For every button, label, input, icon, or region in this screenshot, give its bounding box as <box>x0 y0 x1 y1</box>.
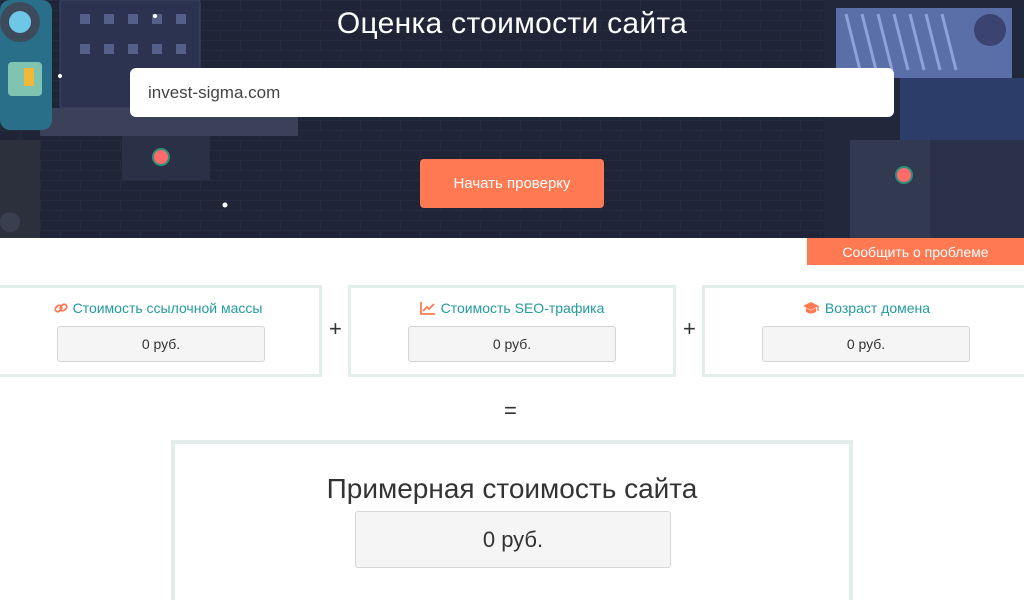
equals-sign: = <box>504 398 517 423</box>
plus-sign: + <box>329 316 342 341</box>
total-title: Примерная стоимость сайта <box>326 473 698 504</box>
plus-sign: + <box>683 316 696 341</box>
report-problem-button[interactable]: Сообщить о проблеме <box>807 238 1024 265</box>
metric-label: Стоимость ссылочной массы <box>72 300 263 316</box>
metric-card-domain-age: Возраст домена 0 руб. <box>702 285 1024 377</box>
metric-card-links: Стоимость ссылочной массы 0 руб. <box>0 285 322 377</box>
metric-title: Возраст домена <box>705 299 1024 317</box>
metric-label: Возраст домена <box>824 300 931 316</box>
hero-banner: Оценка стоимости сайта Начать проверку <box>0 0 1024 238</box>
total-card: Примерная стоимость сайта 0 руб. <box>171 440 853 600</box>
metric-label: Стоимость SEO-трафика <box>440 300 605 316</box>
total-value: 0 руб. <box>355 511 671 568</box>
metric-card-seo-traffic: Стоимость SEO-трафика 0 руб. <box>348 285 676 377</box>
metric-title: Стоимость SEO-трафика <box>351 299 673 317</box>
chart-line-icon <box>419 302 435 315</box>
start-check-button[interactable]: Начать проверку <box>420 159 604 208</box>
metric-value: 0 руб. <box>408 326 616 362</box>
url-input[interactable] <box>130 68 894 117</box>
metric-title: Стоимость ссылочной массы <box>0 299 319 317</box>
metric-value: 0 руб. <box>57 326 265 362</box>
link-icon <box>53 303 68 313</box>
graduation-cap-icon <box>802 302 819 314</box>
page-title: Оценка стоимости сайта <box>336 7 688 40</box>
metric-value: 0 руб. <box>762 326 970 362</box>
